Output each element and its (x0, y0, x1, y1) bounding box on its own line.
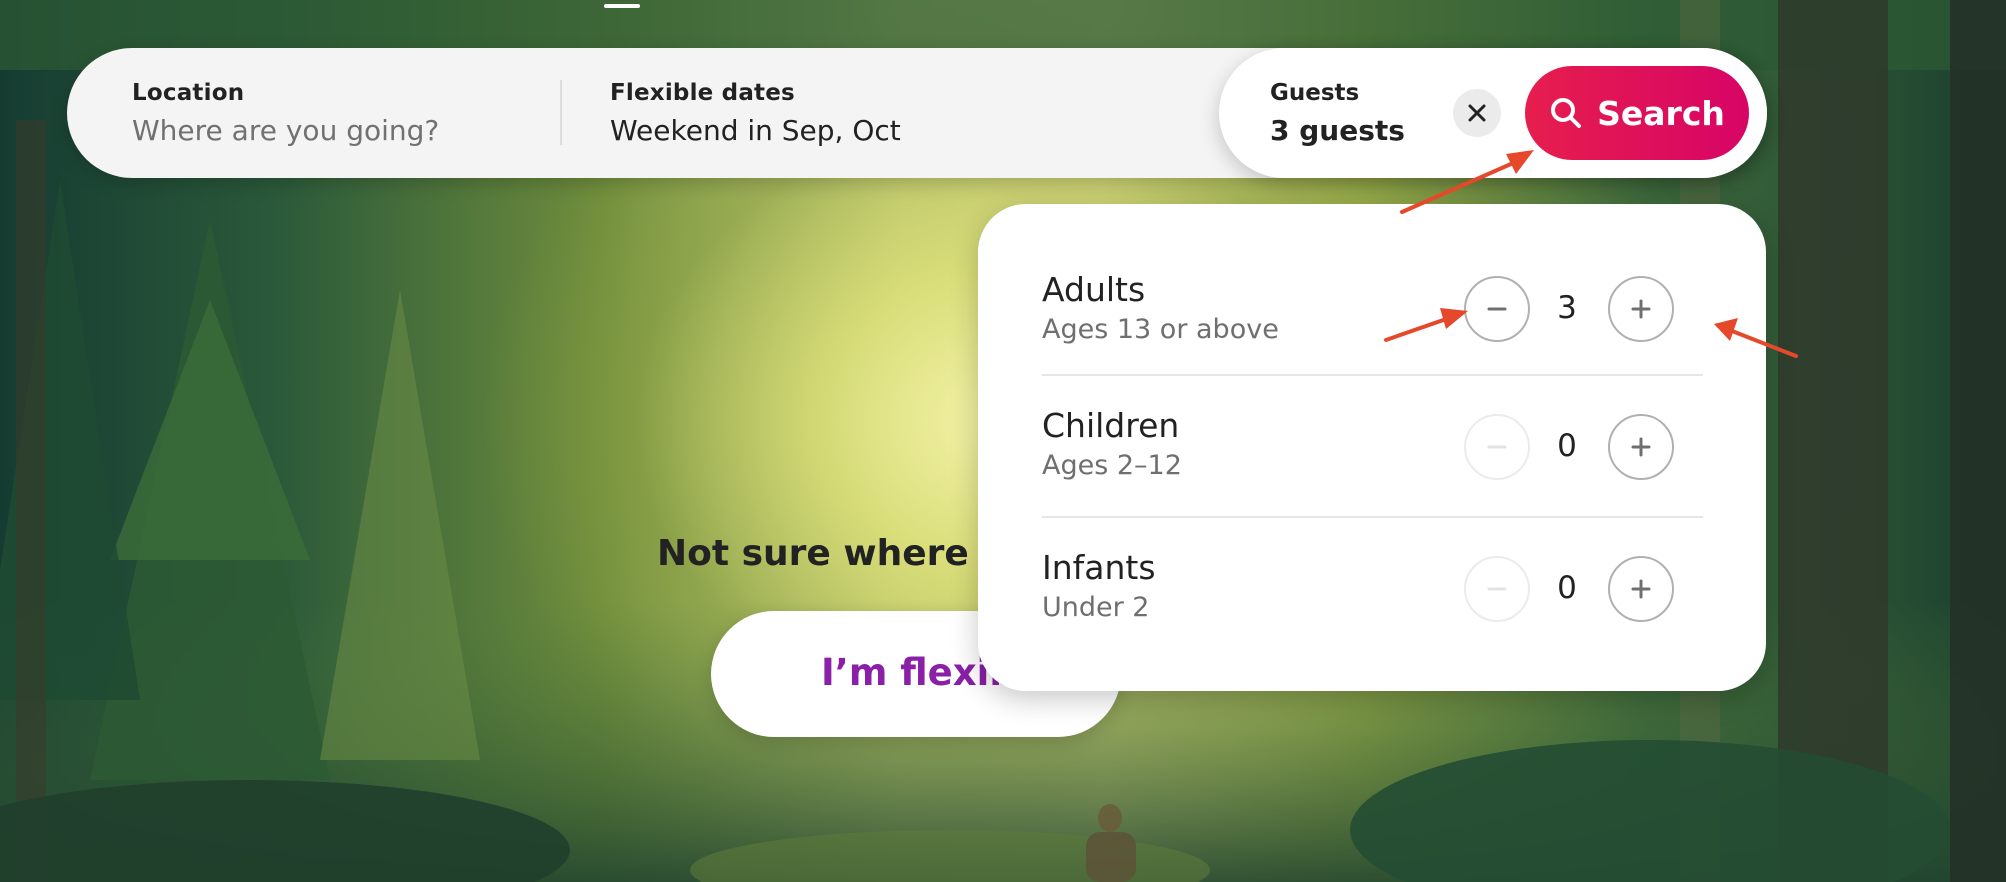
adults-increase-button[interactable] (1608, 276, 1674, 342)
plus-icon (1631, 299, 1651, 319)
dates-field[interactable]: Flexible dates Weekend in Sep, Oct (610, 48, 1110, 178)
field-divider (560, 80, 562, 145)
top-tab-indicator (604, 4, 640, 8)
children-increase-button[interactable] (1608, 414, 1674, 480)
dates-value: Weekend in Sep, Oct (610, 114, 901, 147)
infants-subtitle: Under 2 (1042, 592, 1150, 623)
adults-decrease-button[interactable] (1464, 276, 1530, 342)
infants-decrease-button[interactable] (1464, 556, 1530, 622)
minus-icon (1487, 587, 1507, 591)
infants-title: Infants (1042, 548, 1156, 587)
location-label: Location (132, 80, 245, 106)
guest-row-adults: Adults Ages 13 or above 3 (1042, 232, 1703, 374)
children-count: 0 (1557, 428, 1577, 464)
children-decrease-button[interactable] (1464, 414, 1530, 480)
minus-icon (1487, 445, 1507, 449)
search-button-label: Search (1597, 93, 1725, 133)
guests-value: 3 guests (1270, 114, 1405, 147)
children-title: Children (1042, 406, 1180, 445)
minus-icon (1487, 307, 1507, 311)
guest-picker-panel: Adults Ages 13 or above 3 Children Ages … (978, 204, 1766, 691)
guests-field[interactable]: Guests 3 guests Search (1219, 48, 1767, 178)
guest-row-children: Children Ages 2–12 0 (1042, 374, 1703, 518)
infants-count: 0 (1557, 570, 1577, 606)
plus-icon (1631, 579, 1651, 599)
adults-count: 3 (1557, 290, 1577, 326)
location-field[interactable]: Location Where are you going? (132, 48, 552, 178)
close-icon (1468, 104, 1486, 122)
clear-guests-button[interactable] (1453, 89, 1501, 137)
dates-label: Flexible dates (610, 80, 795, 106)
plus-icon (1631, 437, 1651, 457)
location-input[interactable]: Where are you going? (132, 114, 439, 147)
infants-increase-button[interactable] (1608, 556, 1674, 622)
search-icon (1551, 98, 1582, 128)
children-subtitle: Ages 2–12 (1042, 450, 1182, 481)
adults-subtitle: Ages 13 or above (1042, 314, 1279, 345)
guest-row-infants: Infants Under 2 0 (1042, 516, 1703, 660)
adults-title: Adults (1042, 270, 1146, 309)
guests-label: Guests (1270, 80, 1360, 106)
search-button[interactable]: Search (1525, 66, 1749, 160)
